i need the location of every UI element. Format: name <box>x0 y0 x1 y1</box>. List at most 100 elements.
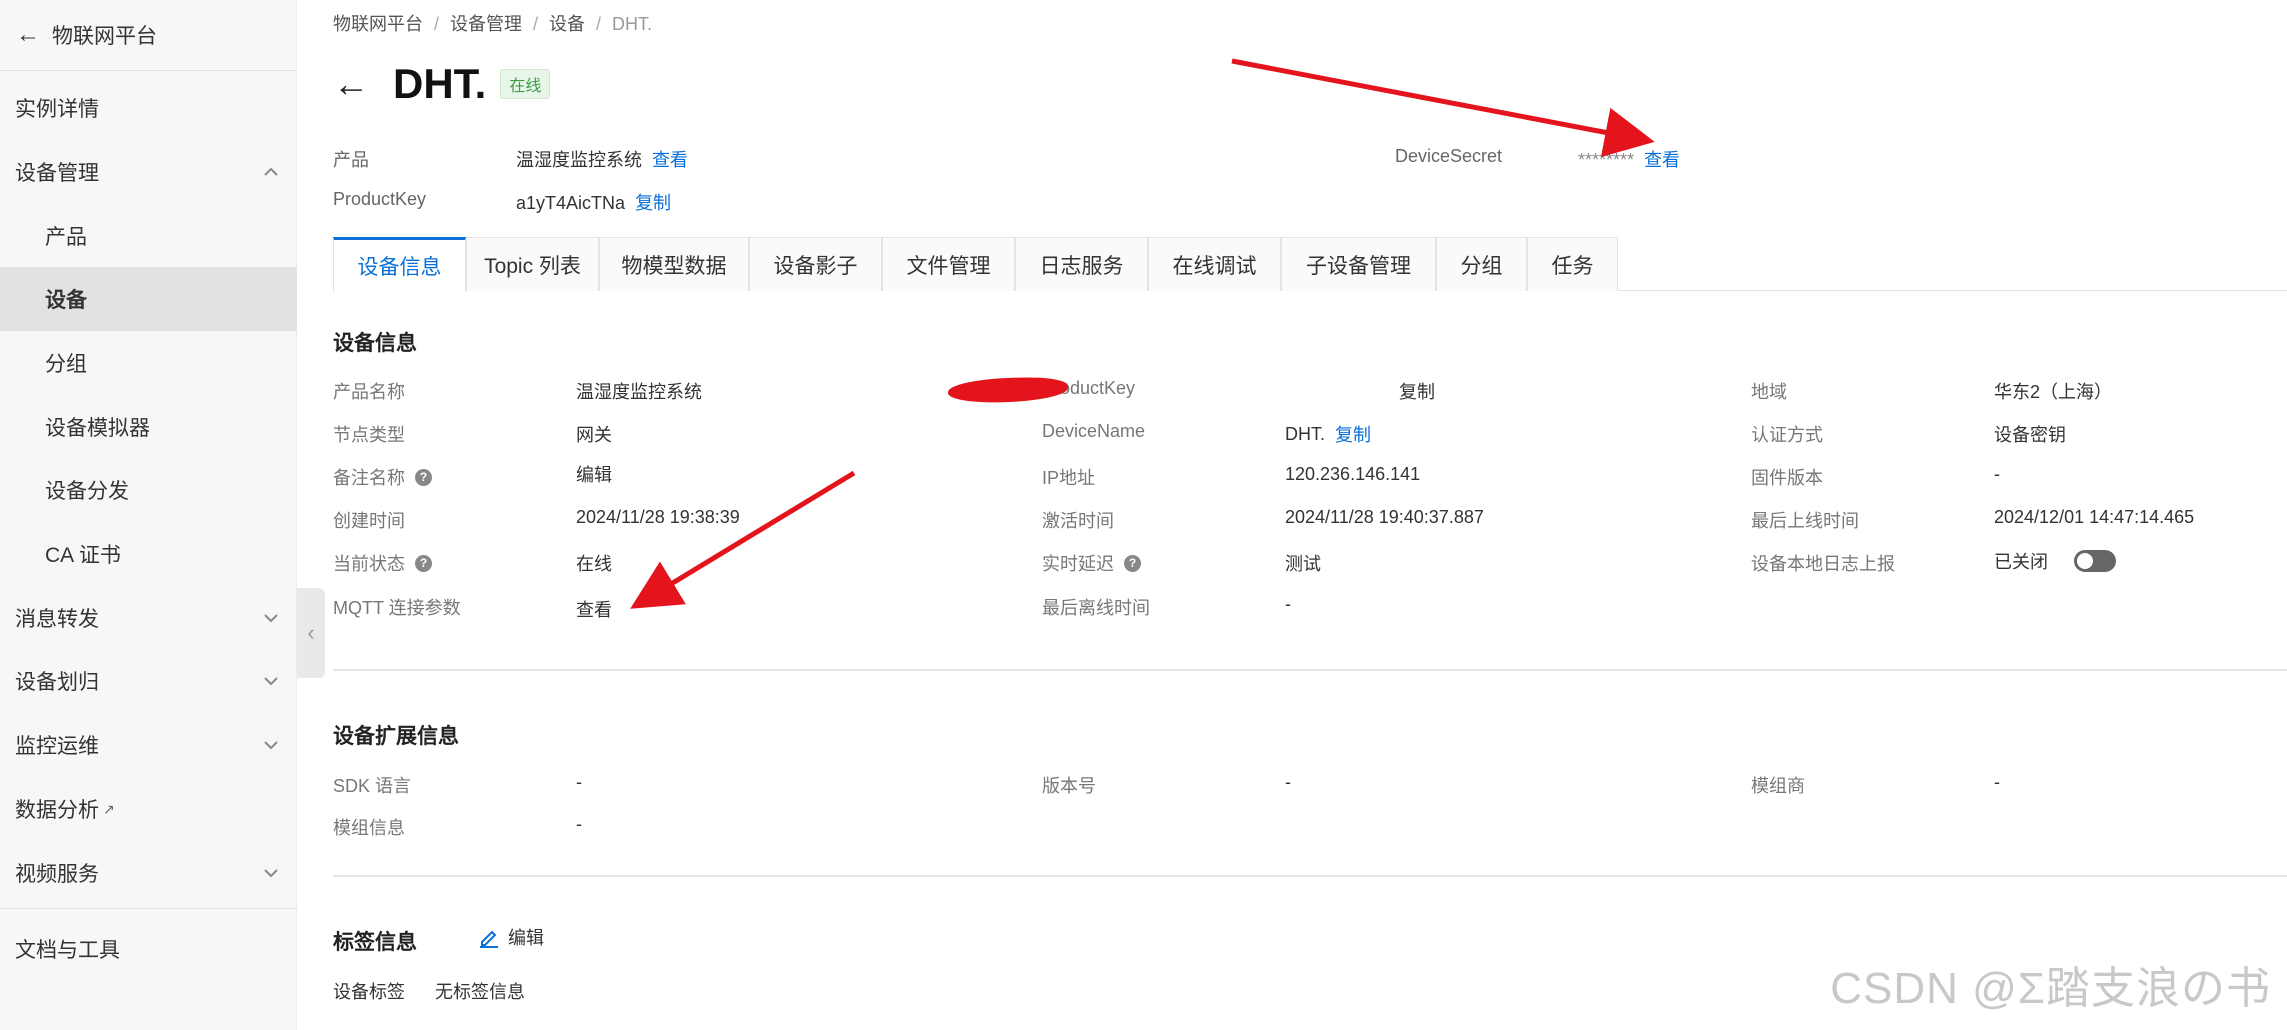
tab-topic-list[interactable]: Topic 列表 <box>466 237 599 291</box>
chevron-left-icon: ‹ <box>307 620 315 645</box>
tab-device-info[interactable]: 设备信息 <box>333 237 466 292</box>
sidebar-item-device-management[interactable]: 设备管理 <box>0 140 297 204</box>
created-time-label: 创建时间 <box>333 511 405 531</box>
auth-method-value: 设备密钥 <box>1994 425 2066 445</box>
local-log-toggle[interactable] <box>2074 550 2116 572</box>
product-value: 温湿度监控系统 查看 <box>516 146 688 172</box>
breadcrumb-item[interactable]: 设备管理 <box>450 14 522 34</box>
breadcrumb-item[interactable]: 物联网平台 <box>333 14 423 34</box>
chevron-down-icon <box>264 741 278 750</box>
node-type-value: 网关 <box>576 425 612 445</box>
firmware-value: - <box>1994 464 2000 484</box>
ip-value: 120.236.146.141 <box>1285 464 1421 484</box>
chevron-up-icon <box>264 167 278 176</box>
module-info-label: 模组信息 <box>333 818 405 838</box>
sdk-language-label: SDK 语言 <box>333 776 412 796</box>
sidebar-item-docs-tools[interactable]: 文档与工具 <box>0 917 297 981</box>
remark-label: 备注名称? <box>333 464 432 490</box>
latency-label: 实时延迟? <box>1042 550 1141 576</box>
sidebar-item-message-forwarding[interactable]: 消息转发 <box>0 586 297 650</box>
devicesecret-mask: ******** <box>1578 150 1635 170</box>
product-name: 温湿度监控系统 <box>516 150 642 170</box>
last-offline-label: 最后离线时间 <box>1042 598 1150 618</box>
tab-device-shadow[interactable]: 设备影子 <box>749 237 882 291</box>
tab-bar: 设备信息 Topic 列表 物模型数据 设备影子 文件管理 日志服务 在线调试 … <box>333 237 2287 292</box>
tab-log-service[interactable]: 日志服务 <box>1015 237 1148 291</box>
edit-pencil-icon <box>480 930 498 948</box>
back-arrow-icon[interactable]: ← <box>16 21 40 49</box>
device-name-value: DHT. 复制 <box>1285 421 1371 447</box>
productkey-text: a1yT4AicTNa <box>516 193 626 213</box>
breadcrumb: 物联网平台 / 设备管理 / 设备 / DHT. <box>333 10 652 36</box>
sidebar-header[interactable]: ← 物联网平台 <box>0 0 296 71</box>
view-mqtt-params-link[interactable]: 查看 <box>576 596 612 622</box>
chevron-down-icon <box>264 677 278 686</box>
devicesecret-value: ******** 查看 <box>1578 146 1680 172</box>
sidebar-item-product[interactable]: 产品 <box>0 204 297 268</box>
tag-info-title: 标签信息 <box>333 931 417 954</box>
sidebar-item-monitoring[interactable]: 监控运维 <box>0 713 297 777</box>
sidebar-item-label: 文档与工具 <box>15 939 120 962</box>
copy-productkey-link[interactable]: 复制 <box>635 193 671 213</box>
sidebar-item-instance-detail[interactable]: 实例详情 <box>0 76 297 140</box>
chevron-down-icon <box>264 614 278 623</box>
breadcrumb-item[interactable]: 设备 <box>549 14 585 34</box>
created-time-value: 2024/11/28 19:38:39 <box>576 507 740 527</box>
platform-title: 物联网平台 <box>52 25 157 48</box>
edit-tags-button[interactable]: 编辑 <box>478 924 544 950</box>
tab-sub-device-management[interactable]: 子设备管理 <box>1281 237 1436 291</box>
sidebar-item-ca-cert[interactable]: CA 证书 <box>0 522 297 586</box>
sidebar-item-label: CA 证书 <box>45 544 121 567</box>
sidebar-item-label: 数据分析 <box>15 799 99 822</box>
edit-tags-label: 编辑 <box>508 928 544 948</box>
help-icon[interactable]: ? <box>415 554 432 572</box>
sidebar-item-label: 设备模拟器 <box>45 417 150 440</box>
activated-time-label: 激活时间 <box>1042 511 1114 531</box>
module-vendor-value: - <box>1994 772 2000 792</box>
sidebar-item-group[interactable]: 分组 <box>0 331 297 395</box>
watermark: CSDN @Σ踏支浪の书 <box>1830 964 2271 1013</box>
copy-pk-link[interactable]: 复制 <box>1399 378 1435 404</box>
sidebar-item-device-distribution[interactable]: 设备分发 <box>0 458 297 522</box>
help-icon[interactable]: ? <box>1124 554 1141 572</box>
latency-label-text: 实时延迟 <box>1042 554 1114 574</box>
module-vendor-label: 模组商 <box>1751 776 1805 796</box>
device-name-text: DHT. <box>1285 423 1325 444</box>
sidebar-item-label: 实例详情 <box>15 98 99 121</box>
edit-remark-link[interactable]: 编辑 <box>576 461 612 487</box>
ext-info-title: 设备扩展信息 <box>333 725 459 748</box>
sidebar-collapse-handle[interactable]: ‹ <box>297 588 325 678</box>
activated-time-value: 2024/11/28 19:40:37.887 <box>1285 507 1484 527</box>
tab-online-debug[interactable]: 在线调试 <box>1148 237 1281 291</box>
sidebar-item-label: 消息转发 <box>15 608 99 631</box>
state-label-text: 当前状态 <box>333 554 405 574</box>
help-icon[interactable]: ? <box>415 468 432 486</box>
tab-group[interactable]: 分组 <box>1436 237 1527 291</box>
sidebar-item-device-simulator[interactable]: 设备模拟器 <box>0 395 297 459</box>
product-name-label: 产品名称 <box>333 382 405 402</box>
sidebar-item-data-analysis[interactable]: 数据分析 ↗ <box>0 777 297 841</box>
tab-task[interactable]: 任务 <box>1527 237 1618 291</box>
tab-file-management[interactable]: 文件管理 <box>882 237 1015 291</box>
sidebar-item-label: 分组 <box>45 353 87 376</box>
node-type-label: 节点类型 <box>333 425 405 445</box>
version-value: - <box>1285 772 1291 792</box>
local-log-label: 设备本地日志上报 <box>1751 554 1895 574</box>
view-devicesecret-link[interactable]: 查看 <box>1644 150 1680 170</box>
sidebar-divider <box>0 908 297 909</box>
sidebar-item-video-service[interactable]: 视频服务 <box>0 841 297 905</box>
sidebar-item-label: 设备 <box>45 289 87 312</box>
device-tag-label: 设备标签 <box>333 982 405 1002</box>
copy-device-name-link[interactable]: 复制 <box>1335 421 1371 447</box>
test-latency-link[interactable]: 测试 <box>1285 550 1321 576</box>
back-arrow-icon[interactable]: ← <box>333 66 369 102</box>
sidebar-item-device-assignment[interactable]: 设备划归 <box>0 649 297 713</box>
view-product-link[interactable]: 查看 <box>652 150 688 170</box>
sidebar-item-device[interactable]: 设备 <box>0 267 297 331</box>
tab-thing-model-data[interactable]: 物模型数据 <box>599 237 749 291</box>
ip-label: IP地址 <box>1042 468 1096 488</box>
version-label: 版本号 <box>1042 776 1096 796</box>
local-log-status: 已关闭 <box>1994 552 2048 572</box>
product-name-value: 温湿度监控系统 <box>576 382 702 402</box>
last-online-value: 2024/12/01 14:47:14.465 <box>1994 507 2195 527</box>
